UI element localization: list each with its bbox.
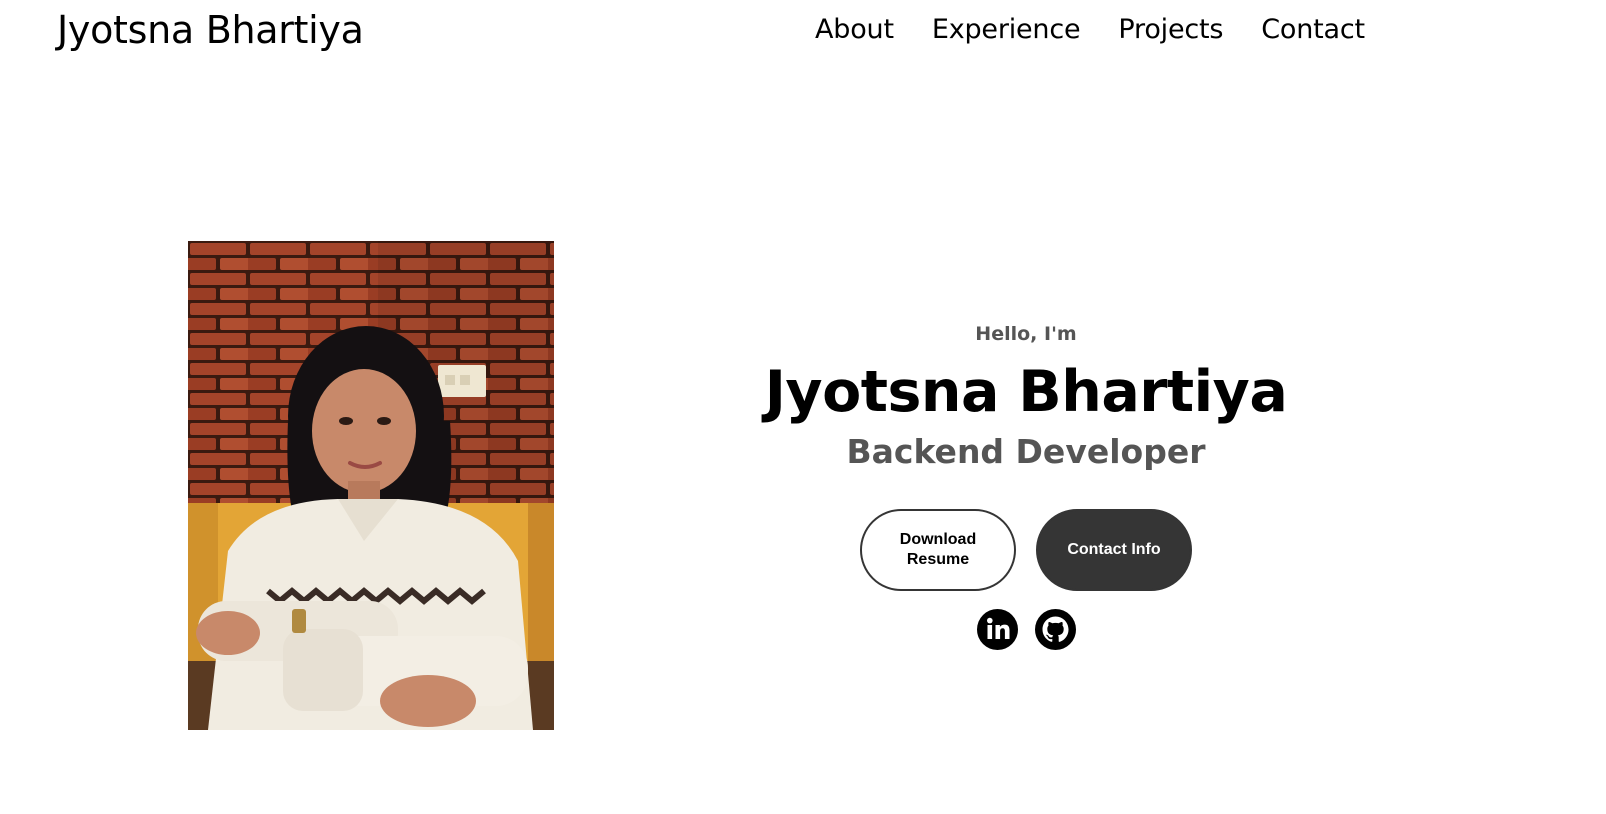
hero-section: Hello, I'm Jyotsna Bhartiya Backend Deve… [726,318,1326,474]
nav-item-projects: Projects [1118,10,1223,50]
portfolio-page: Jyotsna Bhartiya About Experience Projec… [0,0,1606,814]
nav-link-experience[interactable]: Experience [932,14,1081,45]
nav-item-about: About [815,10,894,50]
nav-menu: About Experience Projects Contact [815,10,1365,50]
download-resume-button[interactable]: Download Resume [860,509,1016,591]
contact-info-button[interactable]: Contact Info [1036,509,1192,591]
nav-link-contact[interactable]: Contact [1261,14,1365,45]
nav-item-experience: Experience [932,10,1081,50]
nav-link-projects[interactable]: Projects [1118,14,1223,45]
github-icon[interactable] [1035,609,1076,650]
profile-photo [188,241,554,730]
linkedin-icon[interactable] [977,609,1018,650]
greeting-text: Hello, I'm [975,323,1077,345]
nav-link-about[interactable]: About [815,14,894,45]
hero-role: Backend Developer [846,432,1206,471]
hero-name: Jyotsna Bhartiya [764,359,1288,425]
nav-item-contact: Contact [1261,10,1365,50]
site-logo[interactable]: Jyotsna Bhartiya [57,6,364,54]
